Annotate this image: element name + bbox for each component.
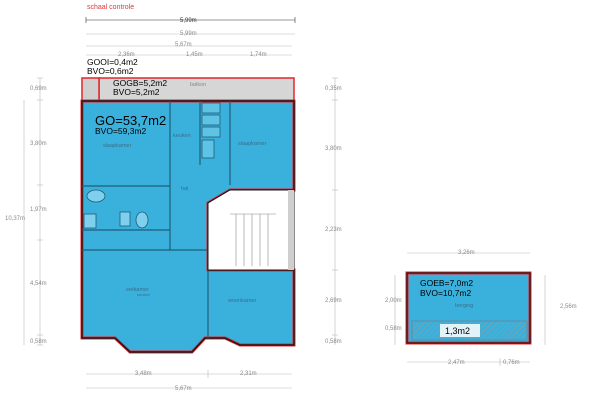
room-label-berging: berging <box>455 303 473 309</box>
area-label-bvo-main: BVO=59,3m2 <box>95 126 147 136</box>
dim-shed-bottom-b: 0,76m <box>503 360 520 366</box>
dim-bottom-overall: 5,67m <box>175 386 192 392</box>
dim-right-lower: 2,69m <box>325 298 342 304</box>
dim-left-middle: 1,97m <box>30 207 47 213</box>
dim-top-second: 5,99m <box>180 31 197 37</box>
dim-bottom-segment-b: 2,31m <box>240 371 257 377</box>
scale-check-label: schaal controle <box>87 4 134 11</box>
dim-shed-bottom-a: 2,47m <box>448 360 465 366</box>
dim-right-balcony: 0,35m <box>325 86 342 92</box>
area-label-bvo-balcony: BVO=5,2m2 <box>113 87 160 97</box>
balcony-room-label: balkon <box>190 82 206 88</box>
floor-plan-drawing: schaal controle 5,99m 5,99m 5,67m 2,36m … <box>5 4 577 392</box>
room-label-keuken: keuken <box>173 133 191 139</box>
dim-top-segment-c: 1,74m <box>250 52 267 58</box>
room-label-slaapkamer-right: slaapkamer <box>238 141 267 147</box>
dim-top-third: 5,67m <box>175 42 192 48</box>
dim-shed-left-upper: 2,00m <box>385 298 402 304</box>
dim-left-total: 10,37m <box>5 216 25 222</box>
dim-left-lower: 4,54m <box>30 281 47 287</box>
room-label-woonkamer: woonkamer <box>227 298 257 304</box>
room-label-slaapkamer-left: slaapkamer <box>103 143 132 149</box>
dim-shed-right: 2,56m <box>560 304 577 310</box>
area-label-low-height: 1,3m2 <box>445 326 470 336</box>
dim-right-stair: 2,23m <box>325 227 342 233</box>
dim-shed-left-lower: 0,58m <box>385 326 402 332</box>
dim-left-balcony: 0,69m <box>30 86 47 92</box>
dim-left-base: 0,58m <box>30 339 47 345</box>
area-label-bvo-shed: BVO=10,7m2 <box>420 288 472 298</box>
area-label-bvo-small: BVO=0,6m2 <box>87 66 134 76</box>
dim-top-segment-b: 1,45m <box>186 52 203 58</box>
dim-bottom-segment-a: 3,48m <box>135 371 152 377</box>
dim-right-upper: 3,80m <box>325 146 342 152</box>
dim-top-overall: 5,99m <box>180 18 197 24</box>
small-outside-area <box>81 77 100 102</box>
stairwell <box>207 189 295 271</box>
dim-right-base: 0,58m <box>325 339 342 345</box>
room-label-hal: hal <box>181 186 188 192</box>
stair-side-wall <box>288 190 294 270</box>
area-label-goeb: GOEB=7,0m2 <box>420 278 473 288</box>
right-dimensions <box>332 77 338 345</box>
room-label-keuken-small: keuken <box>137 292 150 297</box>
dim-left-upper: 3,80m <box>30 141 47 147</box>
dim-shed-top: 3,26m <box>458 250 475 256</box>
